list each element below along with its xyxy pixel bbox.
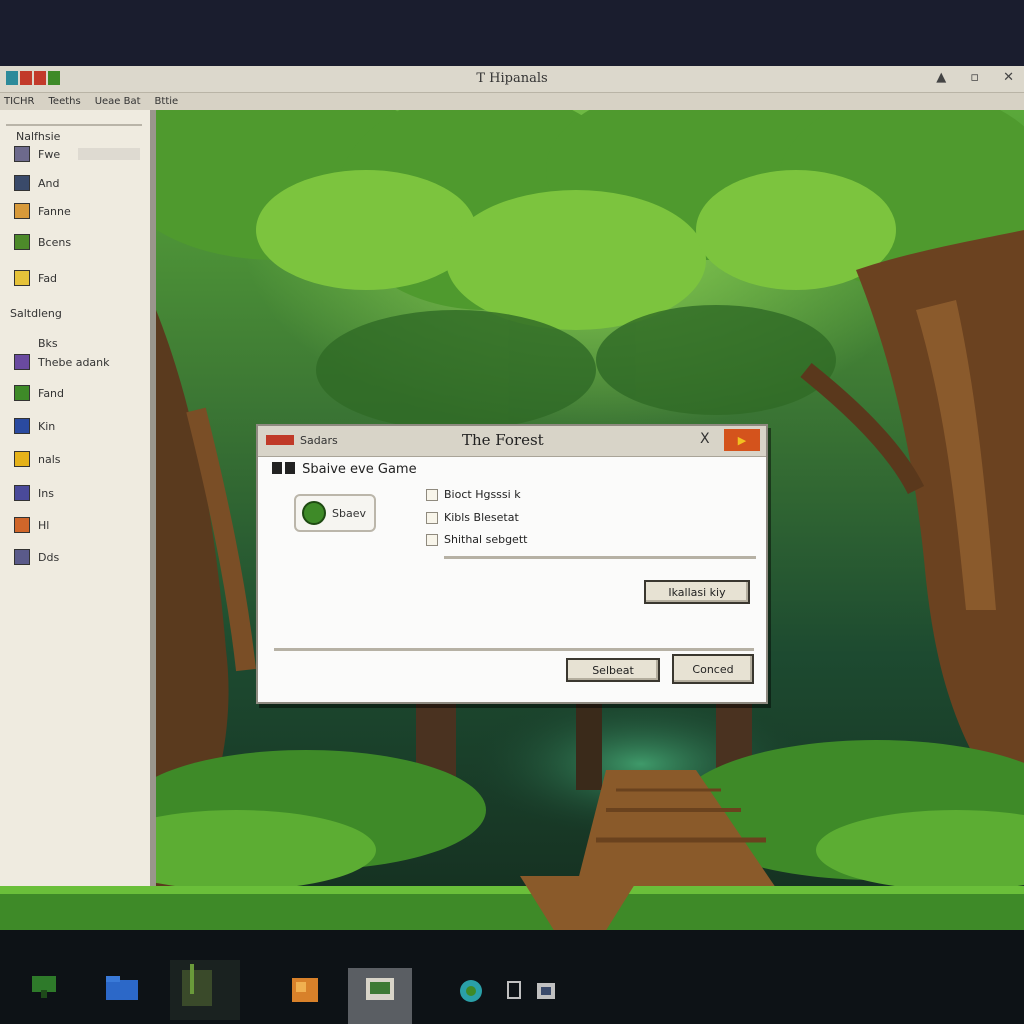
sword-icon bbox=[14, 234, 30, 250]
cancel-button[interactable]: Conced bbox=[672, 654, 754, 684]
menu-item[interactable]: Bttie bbox=[155, 96, 179, 107]
note-icon bbox=[14, 270, 30, 286]
sidebar-divider bbox=[6, 124, 142, 126]
window-titlebar: T Hipanals ▲ ▫ ✕ bbox=[0, 66, 1024, 93]
sidebar-item[interactable]: Dds bbox=[14, 546, 59, 568]
sidebar-item[interactable]: Ins bbox=[14, 482, 54, 504]
divider bbox=[444, 556, 756, 559]
map-icon bbox=[14, 354, 30, 370]
menu-item[interactable]: Ueae Bat bbox=[95, 96, 141, 107]
menu-bar: TICHR Teeths Ueae Bat Bttie bbox=[0, 93, 1024, 110]
tree-app-icon[interactable] bbox=[28, 972, 60, 1000]
minimize-button[interactable]: ▲ bbox=[936, 70, 946, 85]
settings-icon bbox=[14, 549, 30, 565]
sidebar-item[interactable]: Hl bbox=[14, 514, 49, 536]
sidebar-item[interactable]: nals bbox=[14, 448, 61, 470]
dialog-titlebar: Sadars The Forest X ▶ bbox=[258, 426, 766, 457]
dialog-heading: Sbaive eve Game bbox=[272, 462, 417, 477]
folder-app-icon[interactable] bbox=[104, 974, 140, 1002]
game-window-app-icon[interactable] bbox=[348, 968, 412, 1024]
monitor-icon bbox=[14, 418, 30, 434]
action-button[interactable]: Ikallasi kiy bbox=[644, 580, 750, 604]
sidebar-header: Nalfhsie bbox=[16, 130, 61, 143]
close-button[interactable]: ✕ bbox=[1003, 70, 1014, 85]
checkbox[interactable] bbox=[426, 488, 438, 501]
sidebar-section-title: Saltdleng bbox=[10, 307, 62, 320]
menu-item[interactable]: Teeths bbox=[49, 96, 81, 107]
menu-item[interactable]: TICHR bbox=[4, 96, 35, 107]
divider bbox=[274, 648, 754, 651]
save-icon bbox=[285, 462, 295, 474]
photo-app-icon[interactable] bbox=[290, 976, 320, 1004]
option-checkbox[interactable]: Shithal sebgett bbox=[426, 533, 527, 546]
checkbox[interactable] bbox=[426, 533, 438, 546]
maximize-button[interactable]: ▫ bbox=[970, 70, 979, 85]
save-game-dialog: Sadars The Forest X ▶ Sbaive eve Game Sb… bbox=[256, 424, 768, 704]
terminal-app-icon[interactable] bbox=[170, 960, 240, 1020]
user-icon bbox=[272, 462, 282, 474]
gem-icon bbox=[302, 501, 326, 525]
taskbar bbox=[0, 930, 1024, 1024]
desktop-top-bar bbox=[0, 0, 1024, 66]
dialog-close-button[interactable]: X bbox=[700, 431, 710, 447]
save-button[interactable]: Sbaev bbox=[294, 494, 376, 532]
shield-icon bbox=[14, 517, 30, 533]
trophy-icon bbox=[14, 451, 30, 467]
sidebar-item[interactable]: Fand bbox=[14, 382, 64, 404]
select-button[interactable]: Selbeat bbox=[566, 658, 660, 682]
sidebar-item[interactable]: Fwe bbox=[14, 143, 60, 165]
sidebar-item[interactable]: Bcens bbox=[14, 231, 71, 253]
dialog-title: The Forest bbox=[462, 431, 544, 449]
sidebar-item[interactable]: Fanne bbox=[14, 200, 71, 222]
folder-icon bbox=[14, 146, 30, 162]
option-checkbox[interactable]: Kibls Blesetat bbox=[426, 511, 519, 524]
leaf-icon bbox=[14, 385, 30, 401]
sidebar-search-field[interactable] bbox=[78, 148, 140, 160]
window-title: T Hipanals bbox=[476, 71, 548, 86]
app-badge-icon bbox=[266, 435, 294, 445]
chat-icon bbox=[14, 485, 30, 501]
globe-app-icon[interactable] bbox=[458, 978, 484, 1004]
dialog-app-label: Sadars bbox=[300, 434, 338, 447]
sidebar: Nalfhsie Fwe And Fanne Bcens Fad Saltdle… bbox=[0, 110, 156, 888]
option-checkbox[interactable]: Bioct Hgsssi k bbox=[426, 488, 521, 501]
checkbox[interactable] bbox=[426, 511, 438, 524]
game-icon bbox=[14, 175, 30, 191]
brush-icon bbox=[14, 203, 30, 219]
sidebar-item[interactable]: Fad bbox=[14, 267, 57, 289]
sidebar-item[interactable]: Kin bbox=[14, 415, 55, 437]
sidebar-item[interactable]: And bbox=[14, 172, 59, 194]
chat-app-icon[interactable] bbox=[504, 978, 526, 1004]
play-icon[interactable]: ▶ bbox=[724, 429, 760, 451]
sidebar-item[interactable]: Thebe adank bbox=[14, 351, 110, 373]
store-app-icon[interactable] bbox=[534, 980, 558, 1002]
